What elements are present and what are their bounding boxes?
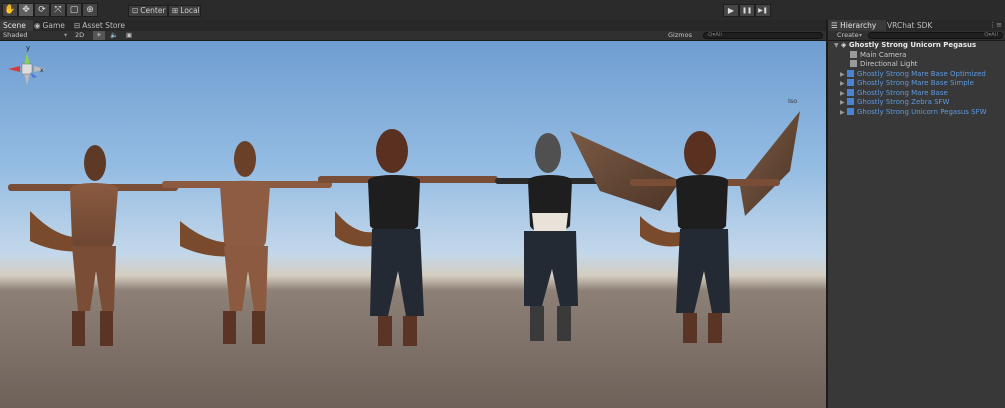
asset-store-icon: ⊟ xyxy=(74,21,81,30)
scene-control-bar: Shaded ▾ 2D ☀ 🔈 ▣ Gizmos Q▾All xyxy=(0,31,826,41)
lighting-toggle-icon[interactable]: ☀ xyxy=(93,31,105,40)
rect-tool-icon[interactable]: ▢ xyxy=(66,3,82,17)
prefab-cube-icon xyxy=(847,79,854,86)
list-item-label: Main Camera xyxy=(860,50,907,59)
create-chevron-icon: ▾ xyxy=(859,32,863,39)
play-icon[interactable]: ▶ xyxy=(723,4,739,17)
expand-arrow-icon[interactable]: ▶ xyxy=(840,89,847,99)
gameobject-icon xyxy=(850,50,857,58)
scene-root-row[interactable]: ▼ ◈ Ghostly Strong Unicorn Pegasus xyxy=(828,41,1005,51)
avatar-mare-simple[interactable] xyxy=(162,141,332,344)
shading-chevron-icon: ▾ xyxy=(64,31,68,39)
list-item-label: Directional Light xyxy=(860,60,918,68)
tab-game[interactable]: ◉ Game xyxy=(31,20,68,31)
prefab-cube-icon xyxy=(847,88,854,96)
list-item-prefab[interactable]: ▶ Ghostly Strong Mare Base Simple xyxy=(828,79,1005,89)
space-label: Local xyxy=(180,6,200,15)
tab-hierarchy-label: Hierarchy xyxy=(840,21,877,30)
pause-icon[interactable]: ❚❚ xyxy=(739,4,755,17)
gizmos-dropdown[interactable]: Gizmos xyxy=(668,31,692,40)
pivot-icon: ⊡ xyxy=(132,6,139,15)
list-item-label: Ghostly Strong Unicorn Pegasus SFW xyxy=(857,107,987,116)
tab-game-label: Game xyxy=(42,21,65,30)
hierarchy-toolbar: Create ▾ Q▾All xyxy=(828,31,1005,41)
pivot-label: Center xyxy=(140,6,166,15)
space-local-button[interactable]: ⊞ Local xyxy=(168,5,201,17)
expand-arrow-icon[interactable]: ▶ xyxy=(840,98,847,108)
hierarchy-list-icon: ☰ xyxy=(831,21,841,30)
scene-render xyxy=(8,111,800,346)
list-item-prefab[interactable]: ▶ Ghostly Strong Zebra SFW xyxy=(828,98,1005,108)
hierarchy-panel: ☰ Hierarchy VRChat SDK ⋮≡ Create ▾ Q▾All… xyxy=(826,20,1005,408)
scene-viewport[interactable]: y x Iso xyxy=(0,41,826,408)
scene-panel: Scene ◉ Game ⊟ Asset Store Shaded ▾ 2D ☀… xyxy=(0,20,826,408)
unity-scene-icon: ◈ xyxy=(841,41,849,49)
gizmo-y-label: y xyxy=(26,44,30,52)
tab-vrchat-sdk[interactable]: VRChat SDK xyxy=(884,20,935,31)
expand-arrow-icon[interactable]: ▶ xyxy=(840,79,847,89)
list-item-label: Ghostly Strong Zebra SFW xyxy=(857,98,950,106)
game-icon: ◉ xyxy=(34,21,41,30)
audio-toggle-icon[interactable]: 🔈 xyxy=(110,31,118,40)
list-item-label: Ghostly Strong Mare Base Simple xyxy=(857,79,974,87)
avatar-mare-optimized[interactable] xyxy=(8,145,178,346)
hierarchy-search-input[interactable]: Q▾All xyxy=(868,32,1003,39)
scene-root-label: Ghostly Strong Unicorn Pegasus xyxy=(848,41,977,49)
shading-mode-dropdown[interactable]: Shaded xyxy=(3,31,27,40)
list-item-prefab[interactable]: ▶ Ghostly Strong Mare Base xyxy=(828,88,1005,99)
hierarchy-list: ▼ ◈ Ghostly Strong Unicorn Pegasus Main C… xyxy=(828,41,1005,117)
scene-tabbar: Scene ◉ Game ⊟ Asset Store xyxy=(0,20,826,31)
prefab-cube-icon xyxy=(847,107,854,115)
move-tool-icon[interactable]: ✥ xyxy=(18,3,34,17)
pivot-center-button[interactable]: ⊡ Center xyxy=(128,5,168,17)
prefab-cube-icon xyxy=(847,69,854,77)
tab-hierarchy[interactable]: ☰ Hierarchy xyxy=(828,20,886,31)
transform-tool-icon[interactable]: ⊕ xyxy=(82,3,98,17)
orientation-gizmo[interactable]: y x xyxy=(0,41,50,101)
scale-tool-icon[interactable]: ⤧ xyxy=(50,3,66,17)
gameobject-icon xyxy=(850,60,857,67)
toggle-2d-button[interactable]: 2D xyxy=(75,31,84,40)
gizmo-x-label: x xyxy=(40,67,44,74)
avatar-mare-base[interactable] xyxy=(318,129,498,346)
collapse-arrow-icon[interactable]: ▼ xyxy=(834,41,841,51)
avatar-unicorn-pegasus[interactable] xyxy=(570,111,800,343)
rotate-tool-icon[interactable]: ⟳ xyxy=(34,3,50,17)
scene-search-input[interactable]: Q▾All xyxy=(703,32,823,39)
transform-tools: ✋ ✥ ⟳ ⤧ ▢ ⊕ xyxy=(2,3,98,17)
hand-tool-icon[interactable]: ✋ xyxy=(2,3,18,17)
projection-label[interactable]: Iso xyxy=(788,97,797,105)
panel-menu-icon[interactable]: ⋮≡ xyxy=(989,20,1002,31)
tab-scene[interactable]: Scene xyxy=(0,20,33,31)
hierarchy-tabbar: ☰ Hierarchy VRChat SDK ⋮≡ xyxy=(828,20,1005,31)
list-item-label: Ghostly Strong Mare Base Optimized xyxy=(857,69,986,78)
tab-scene-label: Scene xyxy=(3,21,26,30)
tab-vrchat-sdk-label: VRChat SDK xyxy=(887,21,933,30)
effects-toggle-icon[interactable]: ▣ xyxy=(126,31,132,40)
create-dropdown[interactable]: Create xyxy=(837,31,859,40)
list-item-prefab[interactable]: ▶ Ghostly Strong Mare Base Optimized xyxy=(828,69,1005,80)
avatar-zebra[interactable] xyxy=(495,133,600,341)
list-item-directional-light[interactable]: Directional Light xyxy=(828,60,1005,70)
playback-controls: ▶ ❚❚ ▶❚ xyxy=(723,4,771,17)
tab-asset-store-label: Asset Store xyxy=(82,21,126,30)
list-item-main-camera[interactable]: Main Camera xyxy=(828,50,1005,61)
space-icon: ⊞ xyxy=(172,6,179,15)
list-item-label: Ghostly Strong Mare Base xyxy=(857,88,948,97)
step-icon[interactable]: ▶❚ xyxy=(755,4,771,17)
list-item-prefab[interactable]: ▶ Ghostly Strong Unicorn Pegasus SFW xyxy=(828,107,1005,118)
main-toolbar: ✋ ✥ ⟳ ⤧ ▢ ⊕ ⊡ Center ⊞ Local ▶ ❚❚ ▶❚ xyxy=(0,0,1005,21)
expand-arrow-icon[interactable]: ▶ xyxy=(840,70,847,80)
expand-arrow-icon[interactable]: ▶ xyxy=(840,108,847,118)
prefab-cube-icon xyxy=(847,98,854,105)
tab-asset-store[interactable]: ⊟ Asset Store xyxy=(71,20,128,31)
